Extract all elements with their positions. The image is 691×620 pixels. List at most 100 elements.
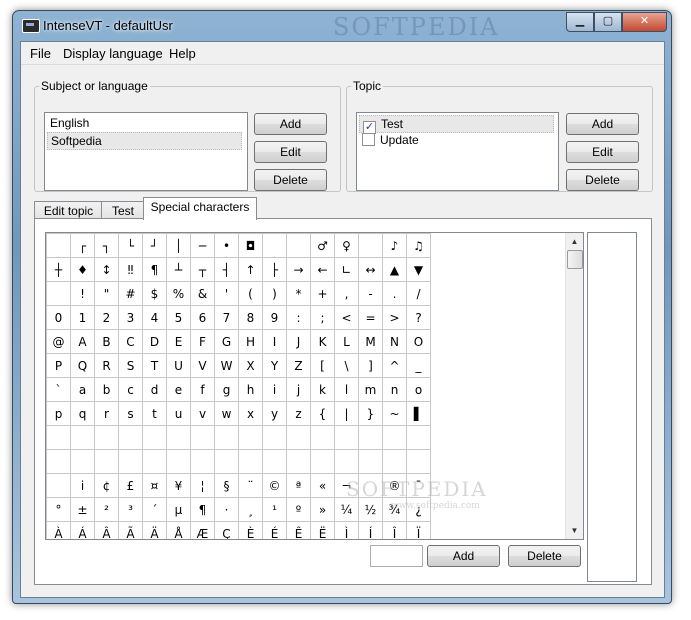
char-cell[interactable]: ° <box>46 497 71 522</box>
char-cell[interactable]: È <box>238 521 263 539</box>
char-cell[interactable]: D <box>142 329 167 354</box>
char-cell[interactable]: ▼ <box>406 257 431 282</box>
char-cell[interactable]: ? <box>406 305 431 330</box>
char-cell[interactable] <box>358 233 383 258</box>
char-cell[interactable]: M <box>358 329 383 354</box>
char-cell[interactable]: b <box>94 377 119 402</box>
char-cell[interactable]: Ë <box>310 521 335 539</box>
char-cell[interactable]: . <box>382 281 407 306</box>
char-cell[interactable]: © <box>262 473 287 498</box>
char-cell[interactable]: Â <box>94 521 119 539</box>
char-cell[interactable]: 7 <box>214 305 239 330</box>
char-cell[interactable] <box>286 425 311 450</box>
char-cell[interactable]: 3 <box>118 305 143 330</box>
char-cell[interactable] <box>46 425 71 450</box>
char-cell[interactable]: ↑ <box>238 257 263 282</box>
char-cell[interactable]: § <box>214 473 239 498</box>
char-cell[interactable]: ┤ <box>214 257 239 282</box>
special-add-button[interactable]: Add <box>427 545 500 567</box>
char-cell[interactable]: ¹ <box>262 497 287 522</box>
char-cell[interactable]: / <box>406 281 431 306</box>
char-cell[interactable]: ( <box>238 281 263 306</box>
char-cell[interactable]: ¶ <box>142 257 167 282</box>
char-cell[interactable]: ▲ <box>382 257 407 282</box>
char-cell[interactable] <box>286 449 311 474</box>
char-cell[interactable]: 0 <box>46 305 71 330</box>
char-cell[interactable]: s <box>118 401 143 426</box>
char-cell[interactable]: B <box>94 329 119 354</box>
char-cell[interactable]: ` <box>46 377 71 402</box>
char-cell[interactable]: & <box>190 281 215 306</box>
char-cell[interactable]: ¥ <box>166 473 191 498</box>
char-cell[interactable]: J <box>286 329 311 354</box>
char-cell[interactable] <box>310 425 335 450</box>
menu-help[interactable]: Help <box>169 46 196 61</box>
minimize-button[interactable]: ▁ <box>566 12 594 32</box>
char-cell[interactable] <box>358 425 383 450</box>
char-cell[interactable]: ) <box>262 281 287 306</box>
char-cell[interactable]: ! <box>70 281 95 306</box>
char-cell[interactable]: r <box>94 401 119 426</box>
char-cell[interactable]: ¨ <box>238 473 263 498</box>
char-cell[interactable]: Q <box>70 353 95 378</box>
char-cell[interactable]: q <box>70 401 95 426</box>
char-cell[interactable]: V <box>190 353 215 378</box>
char-cell[interactable]: ♂ <box>310 233 335 258</box>
topic-item-test[interactable]: ✓ Test <box>359 115 554 134</box>
char-cell[interactable]: ♪ <box>382 233 407 258</box>
char-cell[interactable]: - <box>358 281 383 306</box>
char-cell[interactable]: ¤ <box>142 473 167 498</box>
char-cell[interactable]: 8 <box>238 305 263 330</box>
char-cell[interactable]: d <box>142 377 167 402</box>
char-cell[interactable]: · <box>214 497 239 522</box>
menu-display-language[interactable]: Display language <box>63 46 163 61</box>
char-cell[interactable] <box>190 449 215 474</box>
char-cell[interactable]: E <box>166 329 191 354</box>
char-cell[interactable]: Ç <box>214 521 239 539</box>
char-cell[interactable] <box>334 425 359 450</box>
char-cell[interactable]: % <box>166 281 191 306</box>
char-cell[interactable]: ~ <box>382 401 407 426</box>
char-cell[interactable] <box>358 449 383 474</box>
char-cell[interactable]: ¦ <box>190 473 215 498</box>
char-cell[interactable]: y <box>262 401 287 426</box>
char-cell[interactable]: ¢ <box>94 473 119 498</box>
char-cell[interactable]: ´ <box>142 497 167 522</box>
char-cell[interactable]: ┌ <box>70 233 95 258</box>
char-cell[interactable]: £ <box>118 473 143 498</box>
char-cell[interactable]: ♦ <box>70 257 95 282</box>
char-cell[interactable] <box>214 425 239 450</box>
char-cell[interactable]: Î <box>382 521 407 539</box>
char-cell[interactable]: Ê <box>286 521 311 539</box>
char-cell[interactable]: ² <box>94 497 119 522</box>
char-cell[interactable] <box>214 449 239 474</box>
char-cell[interactable]: P <box>46 353 71 378</box>
char-cell[interactable]: * <box>286 281 311 306</box>
title-bar[interactable]: IntenseVT - defaultUsr SOFTPEDIA ▁ ▢ ✕ <box>13 11 671 41</box>
char-cell[interactable]: X <box>238 353 263 378</box>
char-cell[interactable] <box>238 425 263 450</box>
char-cell[interactable]: ┼ <box>46 257 71 282</box>
subject-item-softpedia[interactable]: Softpedia <box>47 132 242 150</box>
char-cell[interactable]: > <box>382 305 407 330</box>
char-cell[interactable]: Á <box>70 521 95 539</box>
char-cell[interactable] <box>262 449 287 474</box>
char-cell[interactable] <box>94 449 119 474</box>
char-cell[interactable] <box>46 281 71 306</box>
char-cell[interactable]: + <box>310 281 335 306</box>
char-cell[interactable] <box>190 425 215 450</box>
char-cell[interactable]: 4 <box>142 305 167 330</box>
char-cell[interactable] <box>94 425 119 450</box>
char-cell[interactable] <box>382 449 407 474</box>
char-cell[interactable] <box>334 449 359 474</box>
topic-edit-button[interactable]: Edit <box>566 141 639 163</box>
special-char-input[interactable] <box>370 545 423 567</box>
topic-update-checkbox[interactable] <box>362 133 375 146</box>
char-cell[interactable] <box>406 425 431 450</box>
char-cell[interactable]: ─ <box>190 233 215 258</box>
char-cell[interactable]: ] <box>358 353 383 378</box>
char-cell[interactable] <box>46 473 71 498</box>
char-cell[interactable]: K <box>310 329 335 354</box>
char-cell[interactable]: 6 <box>190 305 215 330</box>
char-cell[interactable]: " <box>94 281 119 306</box>
